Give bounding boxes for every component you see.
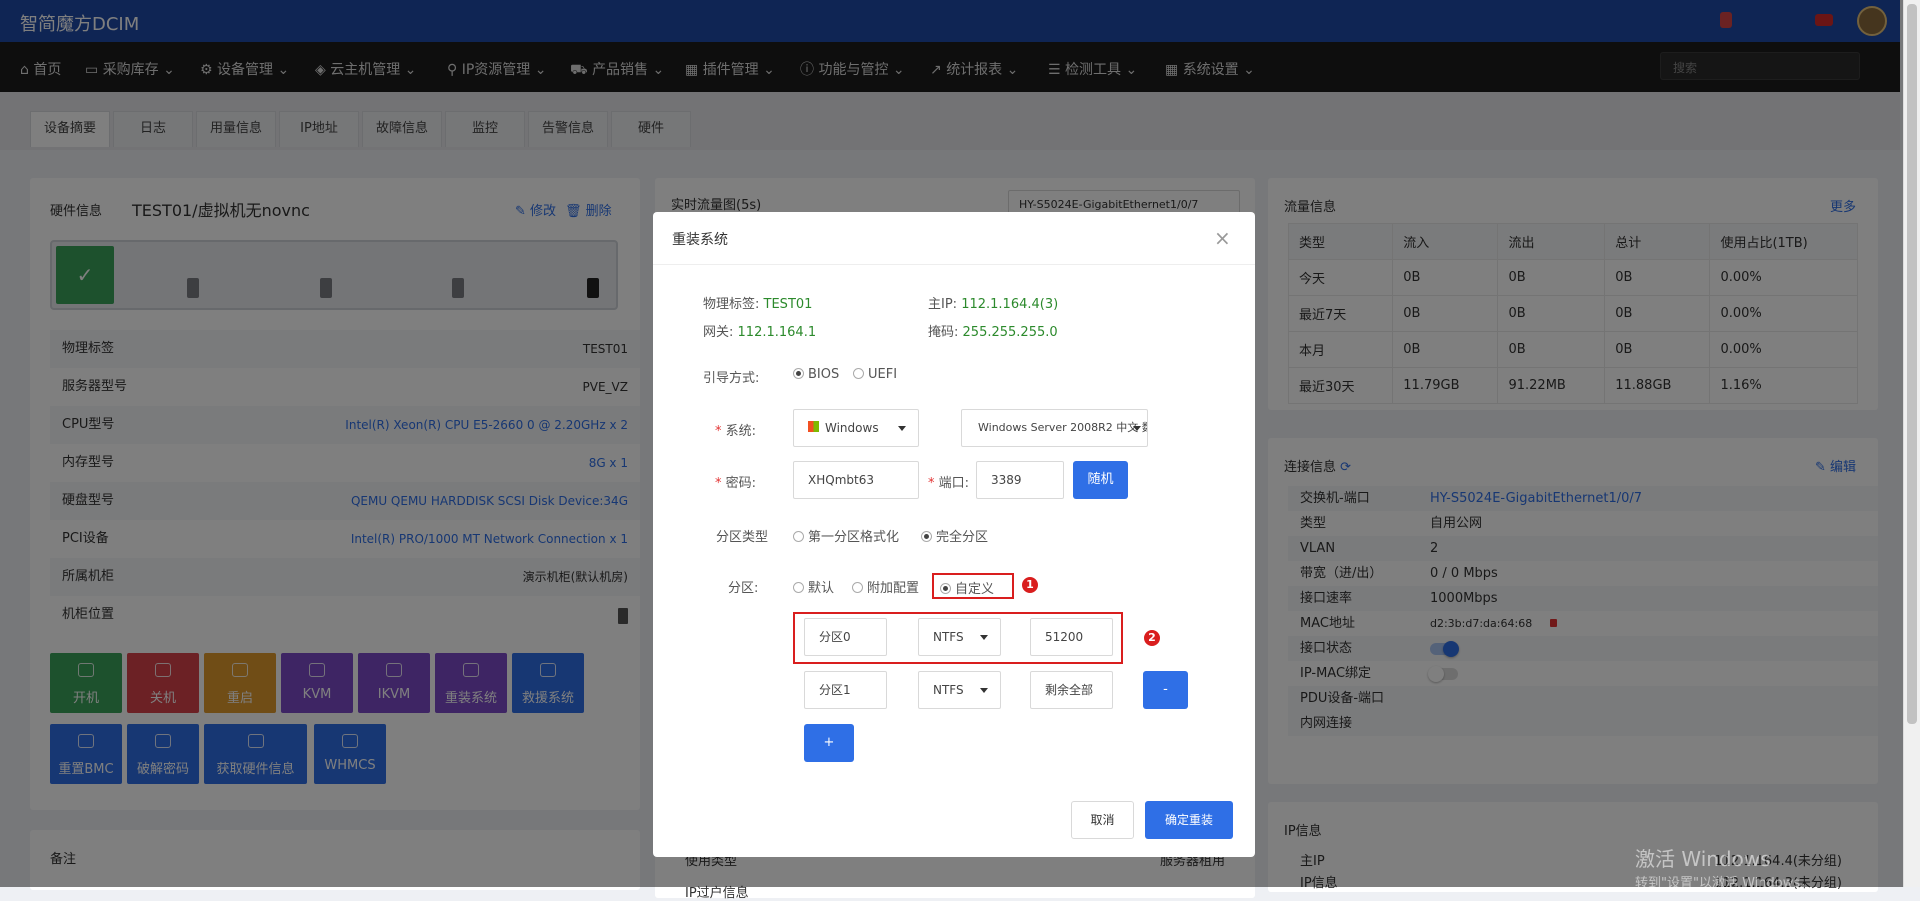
modal-title: 重装系统 [672,232,728,248]
main-ip-info: 主IP: 112.1.164.4(3) [928,297,1059,312]
boot-label: 引导方式: [703,371,760,386]
boot-bios-radio[interactable]: BIOS [793,367,839,382]
os-family-select[interactable]: Windows [793,409,919,447]
partition1-size-input[interactable]: 剩余全部 [1030,671,1113,709]
gateway-info: 网关: 112.1.164.1 [703,325,817,340]
partition1-name-input[interactable]: 分区1 [804,671,887,709]
partition0-fs-select[interactable]: NTFS [918,618,1001,656]
page-scrollbar[interactable] [1903,0,1920,887]
annotation-badge-2: 2 [1143,629,1161,647]
mask-info: 掩码: 255.255.255.0 [928,325,1058,340]
part-custom-radio[interactable]: 自定义 [932,573,1014,599]
password-label: * 密码: [715,476,757,491]
os-label: * 系统: [715,424,757,439]
windows-icon [808,421,819,432]
partition0-name-input[interactable]: 分区0 [804,618,887,656]
partition0-size-input[interactable]: 51200 [1030,618,1113,656]
port-label: * 端口: [928,476,970,491]
close-icon[interactable]: × [1214,226,1231,250]
ptype-first-radio[interactable]: 第一分区格式化 [793,526,899,545]
annotation-badge-1: 1 [1021,576,1039,594]
random-button[interactable]: 随机 [1073,461,1128,499]
cancel-button[interactable]: 取消 [1071,801,1134,839]
add-partition-button[interactable]: + [804,724,854,762]
partition1-fs-select[interactable]: NTFS [918,671,1001,709]
os-version-select[interactable]: Windows Server 2008R2 中文 数据中心版 [961,409,1148,447]
remove-partition-button[interactable]: - [1143,671,1188,709]
password-input[interactable]: XHQmbt63 [793,461,919,499]
tag-info: 物理标签: TEST01 [703,297,813,312]
part-default-radio[interactable]: 默认 [793,577,834,596]
boot-uefi-radio[interactable]: UEFI [853,367,897,382]
ptype-full-radio[interactable]: 完全分区 [921,526,988,545]
windows-watermark: 激活 Windows 转到"设置"以激活 Windows。 [1635,847,1814,891]
partition-label: 分区: [728,581,759,596]
part-extra-radio[interactable]: 附加配置 [852,577,919,596]
modal-divider [653,264,1255,265]
reinstall-modal: 重装系统 × 物理标签: TEST01 主IP: 112.1.164.4(3) … [653,212,1255,857]
port-input[interactable]: 3389 [976,461,1064,499]
confirm-reinstall-button[interactable]: 确定重装 [1145,801,1233,839]
partition-type-label: 分区类型 [716,530,769,545]
